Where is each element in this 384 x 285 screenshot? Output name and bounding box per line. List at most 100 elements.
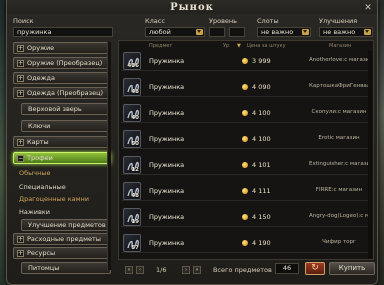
item-quantity: 48 [131, 89, 139, 95]
next-page-button[interactable]: › [182, 266, 190, 274]
item-price: 3 999 [252, 57, 271, 65]
sidebar-scrollbar[interactable] [107, 42, 111, 270]
spring-icon: 57 [123, 234, 141, 252]
page-indicator: 1/6 [156, 266, 167, 274]
prev-page-button[interactable]: ‹ [136, 266, 144, 274]
table-scrollbar[interactable] [368, 51, 372, 259]
expand-icon: + [17, 236, 24, 243]
item-name: Пружинка [149, 161, 185, 169]
chevron-down-icon [196, 29, 203, 35]
sort-desc-icon: ▼ [237, 43, 241, 49]
gold-coin-icon [242, 214, 248, 220]
window-title: Рынок [170, 2, 214, 13]
spring-icon: 12 [123, 156, 141, 174]
category-cards[interactable]: + Карты [13, 136, 111, 148]
category-clothes[interactable]: + Одежда [13, 72, 111, 84]
category-trophies[interactable]: − Трофеи [13, 152, 111, 164]
category-label: Расходные предметы [27, 235, 101, 243]
category-pets[interactable]: Питомцы [21, 262, 111, 274]
item-price: 4 100 [252, 135, 271, 143]
category-resources[interactable]: + Ресурсы [13, 247, 111, 259]
subcategory-special[interactable]: Специальные [19, 183, 66, 191]
category-label: Оружие [27, 44, 55, 52]
level-label: Уровень [209, 17, 237, 25]
category-label: Одежда [27, 74, 55, 82]
slots-dropdown[interactable]: не важно [257, 27, 311, 37]
category-consumables[interactable]: + Расходные предметы [13, 233, 111, 245]
last-page-button[interactable]: » [193, 266, 201, 274]
total-items-label: Всего предметов [213, 266, 272, 274]
table-row[interactable]: 19 Пружинка 4 150 Angry-dog(Logeo):с магази… [121, 207, 369, 227]
item-quantity: 19 [131, 219, 139, 225]
table-row[interactable]: 12 Пружинка 4 101 Extinguisher:с магазин [121, 155, 369, 175]
first-page-button[interactable]: « [125, 266, 133, 274]
spring-icon: 48 [123, 78, 141, 96]
item-price: 4 090 [252, 83, 271, 91]
expand-icon: + [17, 139, 24, 146]
spring-icon: 50 [123, 130, 141, 148]
level-min-input[interactable] [209, 27, 225, 37]
category-upgrade-items[interactable]: Улучшение предметов [21, 219, 111, 231]
table-row[interactable]: 48 Пружинка 4 111 FIRRE:с магазин [121, 181, 369, 201]
category-label: Верховой зверь [28, 105, 82, 113]
close-icon[interactable]: ✕ [363, 3, 373, 13]
column-header-item[interactable]: Предмет [149, 43, 172, 49]
category-mount[interactable]: Верховой зверь [21, 103, 111, 115]
column-header-level[interactable]: Ур [223, 43, 229, 49]
subcategory-baits[interactable]: Наживки [19, 208, 50, 216]
table-row[interactable]: 436 Пружинка 3 999 Anotherlove:с магазин [121, 51, 369, 71]
slots-label: Слоты [257, 17, 279, 25]
gold-coin-icon [242, 110, 248, 116]
item-name: Пружинка [149, 239, 185, 247]
item-price: 4 101 [252, 161, 271, 169]
category-clothes-transform[interactable]: + Одежда (Преобразец) [13, 87, 111, 99]
buy-button[interactable]: Купить [329, 262, 375, 275]
refresh-button[interactable]: ↻ [305, 262, 325, 275]
upgrade-label: Улучшения [319, 17, 358, 25]
refresh-icon: ↻ [311, 263, 319, 273]
spring-icon: 19 [123, 208, 141, 226]
expand-icon: + [17, 75, 24, 82]
item-name: Пружинка [149, 109, 185, 117]
level-max-input[interactable] [229, 27, 245, 37]
category-keys[interactable]: Ключи [21, 120, 111, 132]
item-name: Пружинка [149, 135, 185, 143]
item-quantity: 12 [131, 167, 139, 173]
slots-value: не важно [261, 28, 294, 36]
item-name: Пружинка [149, 187, 185, 195]
spring-icon: 48 [123, 182, 141, 200]
subcategory-gems[interactable]: Драгоценные камни [19, 195, 89, 203]
seller-name: Anotherlove:с магазин [309, 57, 369, 63]
item-quantity: 40 [131, 115, 139, 121]
gold-coin-icon [242, 240, 248, 246]
column-header-price[interactable]: Цена за штуку [247, 43, 286, 49]
seller-name: Erotic магазин [318, 135, 360, 141]
category-label: Ресурсы [27, 249, 56, 257]
expand-icon: + [17, 90, 24, 97]
item-price: 4 190 [252, 239, 271, 247]
class-dropdown[interactable]: любой [145, 27, 205, 37]
upgrade-dropdown[interactable]: не важно [319, 27, 373, 37]
table-row[interactable]: 48 Пружинка 4 090 КартошкаФриГенвал:с магаз… [121, 77, 369, 97]
category-label: Оружие (Преобразец) [27, 59, 103, 67]
category-label: Трофеи [27, 154, 53, 162]
expand-icon: + [17, 250, 24, 257]
gold-coin-icon [242, 162, 248, 168]
table-row[interactable]: 57 Пружинка 4 190 Чифир торг [121, 233, 369, 253]
search-input[interactable]: пружинка [13, 27, 113, 37]
item-price: 4 100 [252, 109, 271, 117]
column-header-seller[interactable]: Магазин [329, 43, 351, 49]
title-bar: Рынок ✕ [7, 0, 377, 14]
subcategory-common[interactable]: Обычные [19, 169, 50, 177]
category-label: Питомцы [28, 264, 60, 272]
table-row[interactable]: 40 Пружинка 4 100 Скопули:с магазин [121, 103, 369, 123]
item-quantity: 57 [131, 245, 139, 251]
category-weapons[interactable]: + Оружие [13, 42, 111, 54]
seller-name: Extinguisher:с магазин [309, 161, 369, 167]
spring-icon: 436 [123, 52, 141, 70]
category-weapons-transform[interactable]: + Оружие (Преобразец) [13, 57, 111, 69]
table-row[interactable]: 50 Пружинка 4 100 Erotic магазин [121, 129, 369, 149]
upgrade-value: не важно [323, 28, 356, 36]
item-name: Пружинка [149, 57, 185, 65]
item-name: Пружинка [149, 213, 185, 221]
